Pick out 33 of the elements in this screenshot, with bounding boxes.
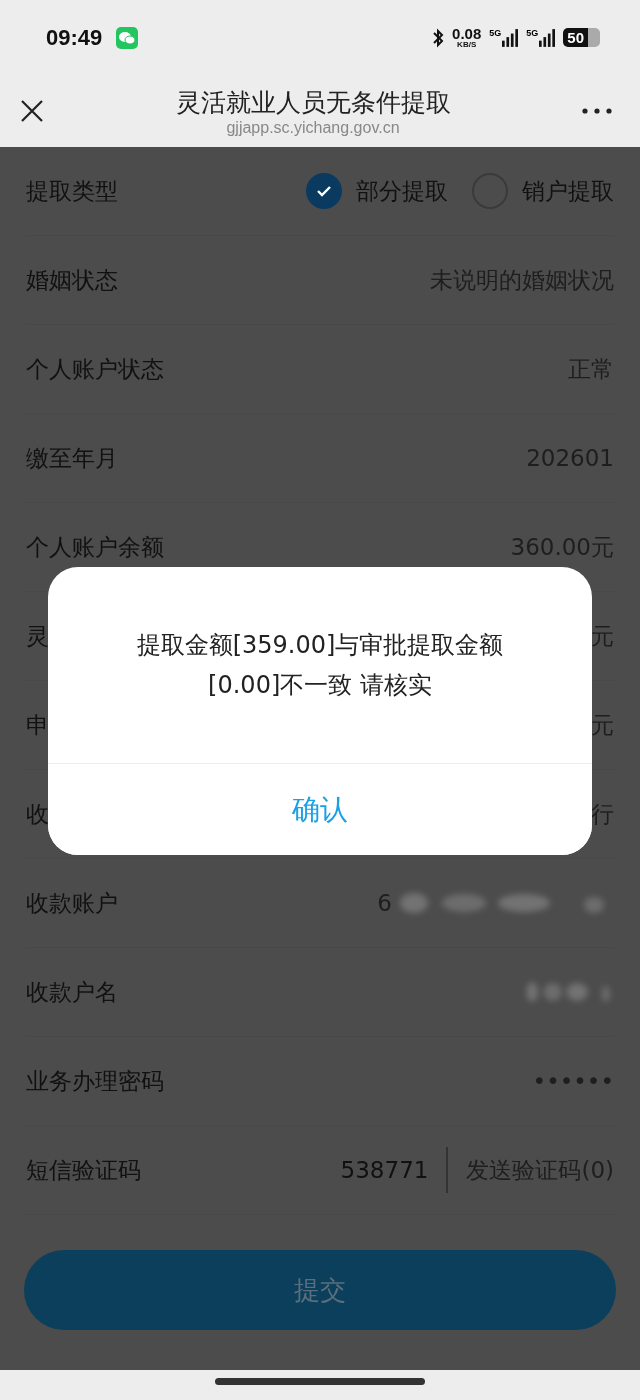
chat-app-icon	[116, 26, 139, 49]
confirm-button[interactable]: 确认	[48, 763, 592, 855]
dialog-message: 提取金额[359.00]与审批提取金额[0.00]不一致 请核实	[135, 630, 505, 701]
signal-icon	[539, 27, 556, 48]
close-icon[interactable]	[20, 99, 44, 123]
network-speed: 0.08	[452, 26, 482, 41]
field-label: 提取类型	[26, 176, 118, 206]
field-label: 婚姻状态	[26, 265, 118, 295]
battery-indicator: 50	[563, 28, 600, 47]
network-type: 5G	[489, 27, 502, 38]
field-label: 收款户名	[26, 977, 118, 1007]
page-url: gjjapp.sc.yichang.gov.cn	[225, 118, 401, 137]
field-label: 个人账户余额	[26, 532, 164, 562]
radio-option[interactable]: 部分提取	[306, 173, 448, 209]
page-title: 灵活就业人员无条件提取	[174, 86, 452, 119]
field-label: 短信验证码	[26, 1155, 141, 1185]
field-label: 灵	[26, 621, 49, 651]
field-label: 收	[26, 799, 49, 829]
more-icon[interactable]	[582, 108, 612, 114]
field-value: ••••••	[532, 1068, 614, 1094]
field-label: 业务办理密码	[26, 1066, 164, 1096]
status-time: 09:49	[46, 24, 103, 51]
bluetooth-icon	[432, 27, 445, 48]
radio-option[interactable]: 销户提取	[472, 173, 614, 209]
speed-unit: KB/S	[457, 41, 477, 49]
field-label: 申	[26, 710, 49, 740]
network-type: 5G	[526, 27, 539, 38]
signal-icon	[502, 27, 519, 48]
field-label: 收款账户	[26, 888, 118, 918]
code-field[interactable]: 538771	[340, 1157, 429, 1183]
field-label: 缴至年月	[26, 443, 118, 473]
submit-button[interactable]: 提交	[24, 1250, 616, 1330]
field-label: 个人账户状态	[26, 354, 164, 384]
